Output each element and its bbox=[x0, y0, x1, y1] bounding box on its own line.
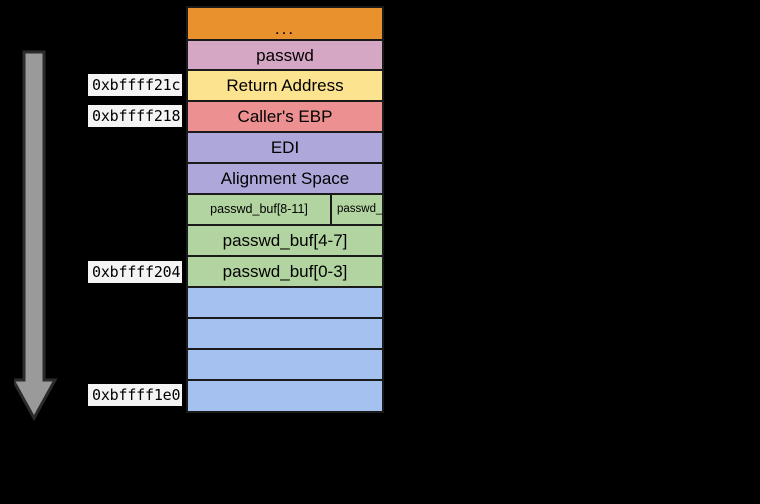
stack-row: passwd_buf[4-7] bbox=[188, 226, 382, 257]
stack-row-label: Alignment Space bbox=[220, 169, 350, 188]
stack-row-label: passwd bbox=[256, 45, 314, 65]
stack-cell-passwd-len: passwd_len bbox=[337, 203, 382, 215]
stack-row: passwd_buf[0-3] bbox=[188, 257, 382, 288]
address-label-0xbffff204: 0xbffff204 bbox=[88, 261, 183, 283]
arrow-shape bbox=[14, 50, 58, 422]
stack-row-label: Caller's EBP bbox=[237, 107, 333, 126]
stack-cell-passwd-buf-8-11: passwd_buf[8-11] bbox=[188, 195, 332, 224]
stack-row: EDI bbox=[188, 133, 382, 164]
stack-frame-diagram: ... passwd Return Address Caller's EBP EDI Al… bbox=[186, 6, 384, 413]
address-label-0xbffff218: 0xbffff218 bbox=[88, 105, 183, 127]
stack-row-label: passwd_buf[4-7] bbox=[222, 231, 348, 250]
stack-row: Return Address bbox=[188, 71, 382, 102]
stack-row bbox=[188, 319, 382, 350]
stack-row: Caller's EBP bbox=[188, 102, 382, 133]
stack-growth-arrow bbox=[14, 50, 58, 422]
stack-row: ... bbox=[188, 8, 382, 41]
stack-row-label-ellipsis: ... bbox=[274, 19, 296, 38]
stack-row-label: Return Address bbox=[226, 76, 344, 95]
address-label-0xbffff1e0: 0xbffff1e0 bbox=[88, 384, 183, 406]
stack-row-label: EDI bbox=[270, 138, 300, 157]
stack-row-label: passwd_buf[0-3] bbox=[222, 262, 348, 281]
address-label-0xbffff21c: 0xbffff21c bbox=[88, 74, 183, 96]
stack-row: passwd bbox=[188, 41, 382, 71]
stack-row: Alignment Space bbox=[188, 164, 382, 195]
stack-row bbox=[188, 288, 382, 319]
stack-row bbox=[188, 381, 382, 411]
diagram-canvas: 0xbffff21c 0xbffff218 0xbffff204 0xbffff… bbox=[0, 0, 760, 504]
stack-row bbox=[188, 350, 382, 381]
stack-row: passwd_buf[8-11] passwd_len bbox=[188, 195, 382, 226]
